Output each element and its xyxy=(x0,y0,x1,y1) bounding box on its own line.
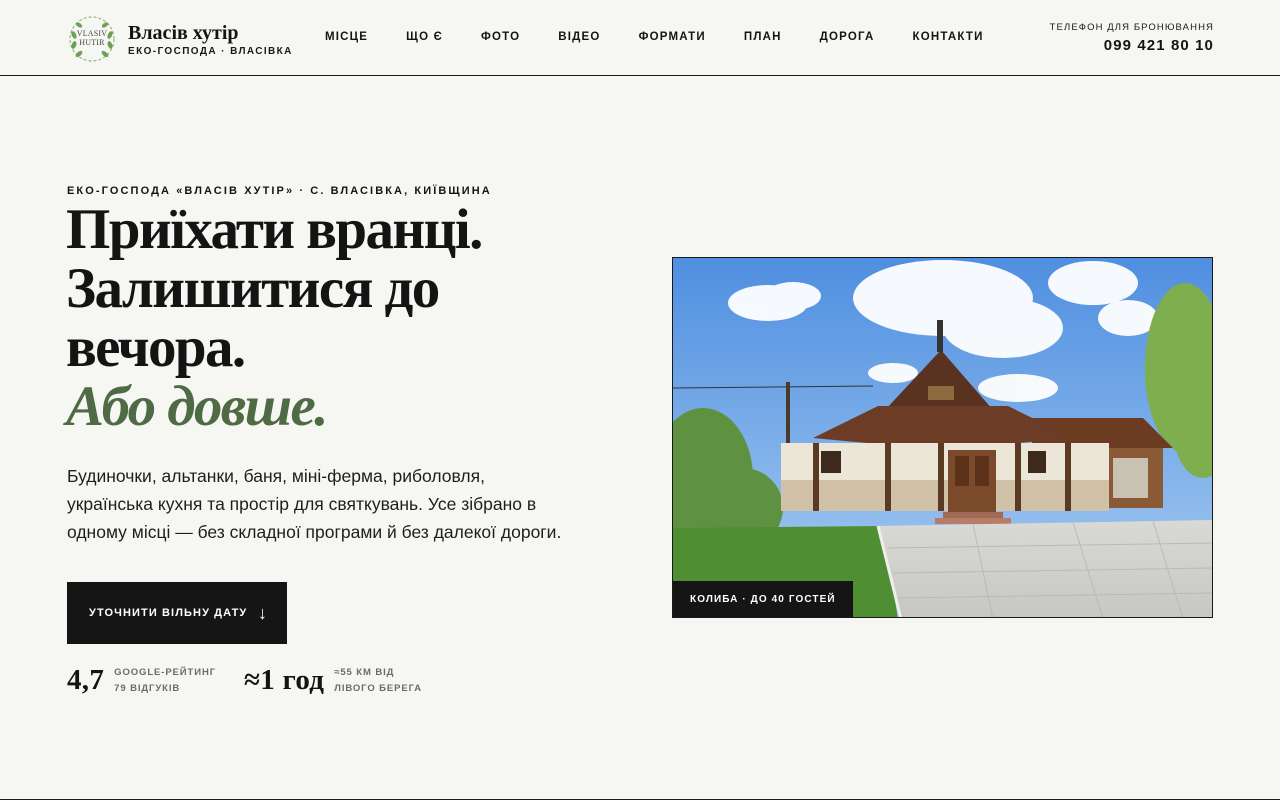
stat-rating-value: 4,7 xyxy=(67,664,105,696)
brand-subtitle: ЕКО-ГОСПОДА · ВЛАСІВКА xyxy=(128,45,293,57)
nav-link-amenities[interactable]: ЩО Є xyxy=(406,31,443,43)
brand: Власів хутір ЕКО-ГОСПОДА · ВЛАСІВКА xyxy=(128,22,293,57)
nav-link-formats[interactable]: ФОРМАТИ xyxy=(639,31,706,43)
logo-badge: VLASIV HUTIR xyxy=(68,15,116,63)
stat-rating-reviews: 79 ВІДГУКІВ xyxy=(114,682,181,694)
booking-phone: ТЕЛЕФОН ДЛЯ БРОНЮВАННЯ 099 421 80 10 xyxy=(1050,22,1214,54)
arrow-down-icon: ↓ xyxy=(258,603,267,623)
nav-link-photo[interactable]: ФОТО xyxy=(481,31,520,43)
nav-link-contacts[interactable]: КОНТАКТИ xyxy=(913,31,984,43)
phone-number-link[interactable]: 099 421 80 10 xyxy=(1050,37,1214,54)
brand-name: Власів хутір xyxy=(128,21,239,44)
hero-lead: Будиночки, альтанки, баня, міні-ферма, р… xyxy=(67,466,562,542)
stat-distance-value: ≈1 год xyxy=(244,664,325,696)
cta-label: УТОЧНИТИ ВІЛЬНУ ДАТУ xyxy=(89,607,248,619)
stat-rating-label: GOOGLE-РЕЙТИНГ xyxy=(114,666,216,678)
stat-distance-sub: ЛІВОГО БЕРЕГА xyxy=(334,682,423,694)
headline-line-3: вечора. xyxy=(66,316,246,379)
stat-rating: 4,7 GOOGLE-РЕЙТИНГ 79 ВІДГУКІВ xyxy=(67,664,216,697)
photo-caption: КОЛИБА · ДО 40 ГОСТЕЙ xyxy=(673,581,853,617)
logo-link[interactable]: VLASIV HUTIR Власів хутір ЕКО-ГОСПОДА · … xyxy=(68,15,293,63)
nav-link-place[interactable]: МІСЦЕ xyxy=(325,31,368,43)
nav-link-video[interactable]: ВІДЕО xyxy=(558,31,600,43)
nav-link-plan[interactable]: ПЛАН xyxy=(744,31,782,43)
stat-distance-label: ≈55 КМ ВІД xyxy=(334,666,395,678)
hero-eyebrow: ЕКО-ГОСПОДА «ВЛАСІВ ХУТІР» · С. ВЛАСІВКА… xyxy=(67,185,492,197)
logo-text-bottom: HUTIR xyxy=(79,38,105,47)
headline-accent: Або довше. xyxy=(66,375,328,438)
stat-distance: ≈1 год ≈55 КМ ВІД ЛІВОГО БЕРЕГА xyxy=(244,664,422,697)
site-header: VLASIV HUTIR Власів хутір ЕКО-ГОСПОДА · … xyxy=(0,0,1280,76)
hero-headline: Приїхати вранці. Залишитися до вечора. А… xyxy=(66,200,626,436)
headline-line-2: Залишитися до xyxy=(66,257,440,320)
check-date-button[interactable]: УТОЧНИТИ ВІЛЬНУ ДАТУ ↓ xyxy=(67,582,287,644)
main-nav: МІСЦЕ ЩО Є ФОТО ВІДЕО ФОРМАТИ ПЛАН ДОРОГ… xyxy=(325,31,984,43)
nav-link-directions[interactable]: ДОРОГА xyxy=(820,31,875,43)
phone-label: ТЕЛЕФОН ДЛЯ БРОНЮВАННЯ xyxy=(1049,22,1214,33)
headline-line-1: Приїхати вранці. xyxy=(66,198,483,261)
hero-stats: 4,7 GOOGLE-РЕЙТИНГ 79 ВІДГУКІВ ≈1 год ≈5… xyxy=(67,664,422,697)
hero-photo: КОЛИБА · ДО 40 ГОСТЕЙ xyxy=(672,257,1213,618)
logo-text-top: VLASIV xyxy=(76,29,108,38)
koliba-house-image xyxy=(673,258,1212,617)
